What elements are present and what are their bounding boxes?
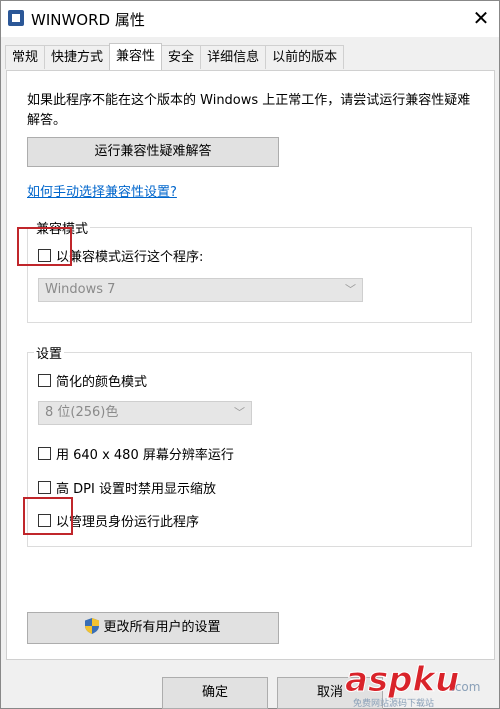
settings-group: 设置 简化的颜色模式 8 位(256)色 ﹀ 用 640 x 480 屏幕分辨率… bbox=[27, 343, 472, 547]
res-640-row[interactable]: 用 640 x 480 屏幕分辨率运行 bbox=[38, 444, 234, 463]
window-title: WINWORD 属性 bbox=[31, 11, 145, 29]
os-version-select[interactable]: Windows 7 ﹀ bbox=[38, 278, 363, 302]
os-version-value: Windows 7 bbox=[45, 282, 116, 297]
word-app-icon bbox=[8, 10, 24, 26]
run-as-admin-label: 以管理员身份运行此程序 bbox=[56, 515, 200, 530]
uac-shield-icon bbox=[85, 618, 100, 634]
tab-details[interactable]: 详细信息 bbox=[200, 45, 267, 69]
tab-shortcut[interactable]: 快捷方式 bbox=[44, 45, 111, 69]
color-mode-value: 8 位(256)色 bbox=[45, 405, 119, 420]
color-mode-select[interactable]: 8 位(256)色 ﹀ bbox=[38, 401, 252, 425]
manual-settings-help-link[interactable]: 如何手动选择兼容性设置? bbox=[27, 181, 177, 200]
close-icon[interactable]: ✕ bbox=[463, 1, 499, 37]
ok-button[interactable]: 确定 bbox=[162, 677, 268, 709]
chevron-down-icon: ﹀ bbox=[234, 406, 245, 419]
properties-dialog: WINWORD 属性 ✕ 常规 快捷方式 兼容性 安全 详细信息 以前的版本 如… bbox=[0, 0, 500, 709]
title-bar[interactable]: WINWORD 属性 ✕ bbox=[1, 1, 499, 37]
tab-compatibility[interactable]: 兼容性 bbox=[109, 43, 163, 70]
cancel-button[interactable]: 取消 bbox=[277, 677, 383, 709]
res-640-label: 用 640 x 480 屏幕分辨率运行 bbox=[56, 448, 234, 463]
chevron-down-icon: ﹀ bbox=[345, 283, 356, 296]
dpi-scaling-checkbox[interactable] bbox=[38, 481, 51, 494]
svg-text:.com: .com bbox=[451, 680, 480, 694]
run-troubleshooter-button[interactable]: 运行兼容性疑难解答 bbox=[27, 137, 279, 167]
change-all-users-label: 更改所有用户的设置 bbox=[103, 620, 221, 635]
highlight-box-compat bbox=[17, 227, 72, 266]
tab-previous-versions[interactable]: 以前的版本 bbox=[265, 45, 345, 69]
reduced-color-row[interactable]: 简化的颜色模式 bbox=[38, 371, 147, 390]
reduced-color-checkbox[interactable] bbox=[38, 374, 51, 387]
tab-security[interactable]: 安全 bbox=[161, 45, 202, 69]
compatibility-panel: 如果此程序不能在这个版本的 Windows 上正常工作，请尝试运行兼容性疑难解答… bbox=[6, 70, 495, 660]
compat-mode-group: 兼容模式 以兼容模式运行这个程序: Windows 7 ﹀ bbox=[27, 218, 472, 323]
settings-group-label: 设置 bbox=[34, 343, 65, 362]
reduced-color-label: 简化的颜色模式 bbox=[56, 375, 148, 390]
tab-strip: 常规 快捷方式 兼容性 安全 详细信息 以前的版本 bbox=[5, 43, 345, 71]
compat-mode-label: 以兼容模式运行这个程序: bbox=[56, 250, 204, 265]
change-all-users-button[interactable]: 更改所有用户的设置 bbox=[27, 612, 279, 644]
dpi-scaling-row[interactable]: 高 DPI 设置时禁用显示缩放 bbox=[38, 478, 216, 497]
tab-general[interactable]: 常规 bbox=[5, 45, 46, 69]
intro-text: 如果此程序不能在这个版本的 Windows 上正常工作，请尝试运行兼容性疑难解答… bbox=[27, 93, 471, 128]
dpi-scaling-label: 高 DPI 设置时禁用显示缩放 bbox=[56, 482, 216, 497]
res-640-checkbox[interactable] bbox=[38, 447, 51, 460]
highlight-box-admin bbox=[23, 497, 73, 535]
